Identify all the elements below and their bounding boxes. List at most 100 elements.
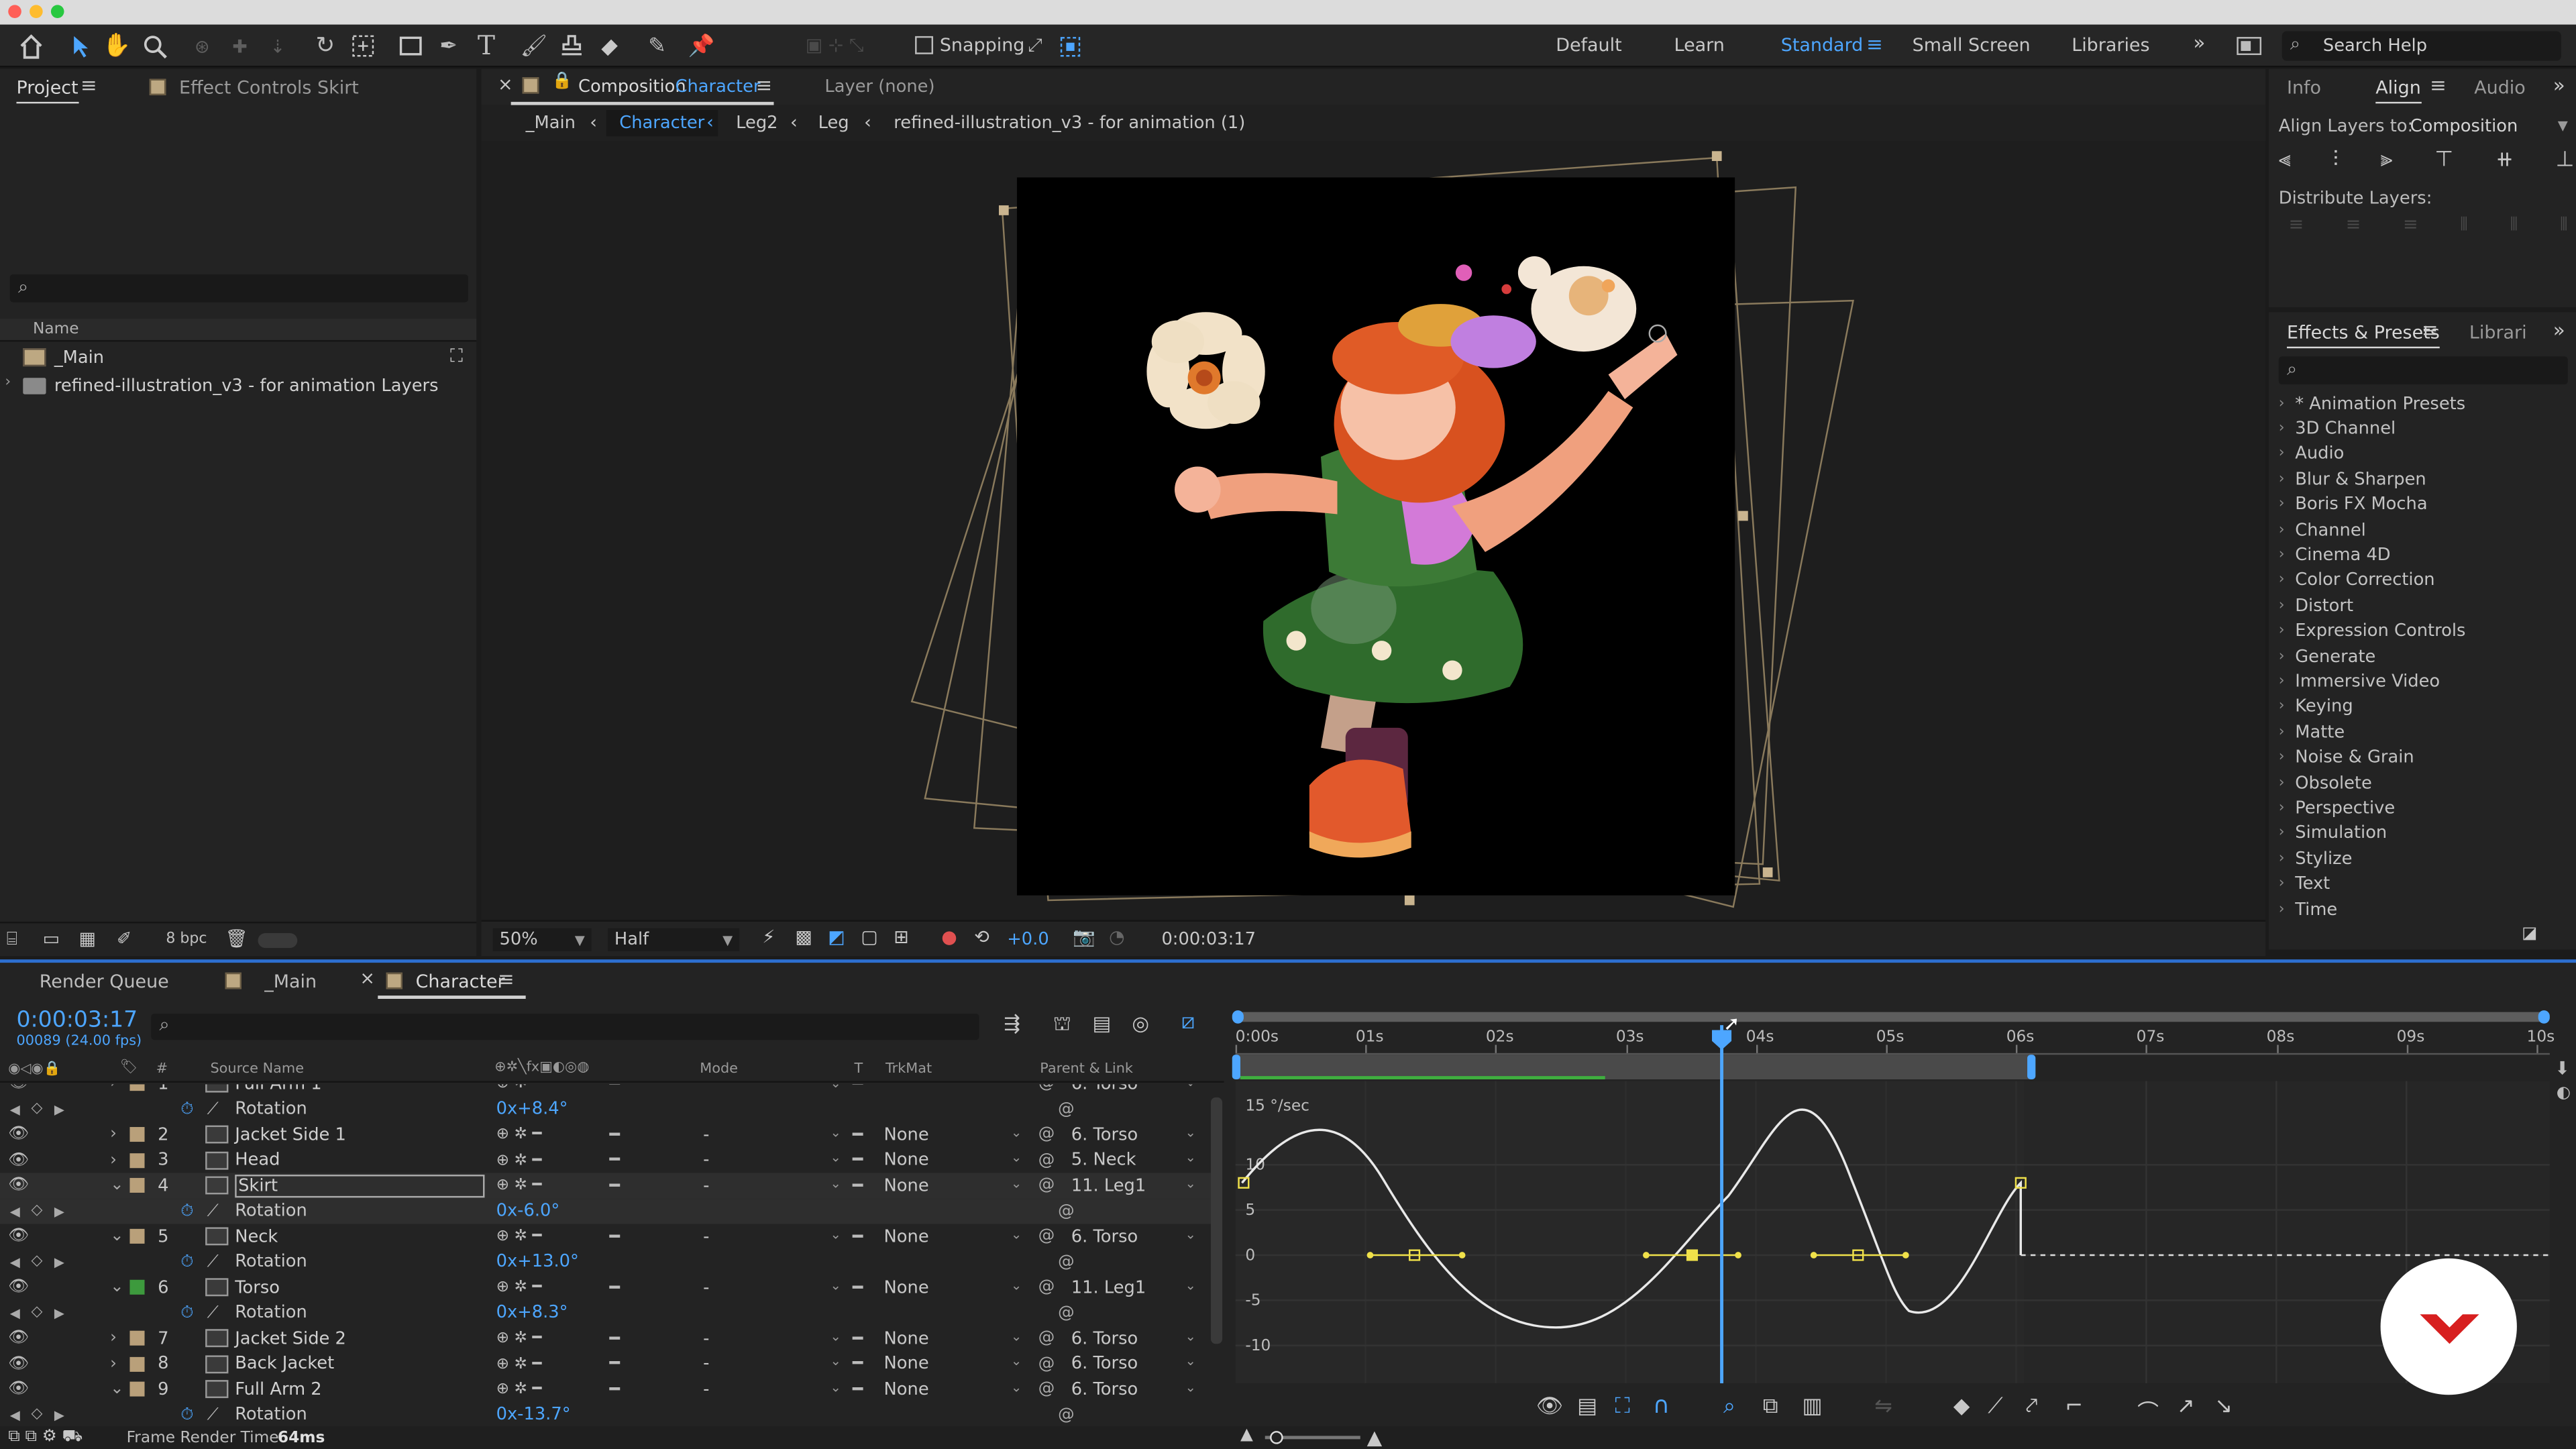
- close-tab-icon[interactable]: ×: [360, 967, 375, 989]
- timeline-search-field[interactable]: ⌕: [151, 1014, 979, 1040]
- align-bottom-icon[interactable]: ⊥: [2556, 148, 2575, 177]
- expand-chevron-icon[interactable]: ›: [2279, 800, 2295, 816]
- layer-name[interactable]: Full Arm 1: [235, 1084, 321, 1093]
- pickwhip-icon[interactable]: @: [1058, 1253, 1074, 1271]
- stopwatch-icon[interactable]: ⏱: [180, 1253, 193, 1271]
- layer-row[interactable]: 👁 › 8 Back Jacket ⊕ ✲ ━ ━ - ⌄ ━ None ⌄ @6. Torso ⌄: [0, 1351, 1222, 1377]
- layer-switches-icon[interactable]: ⊕ ✲ ━: [496, 1381, 542, 1399]
- toggle-switches-icon[interactable]: ⧉ ⧉ ⚙ ⛟: [8, 1428, 83, 1449]
- parent-pickwhip-icon[interactable]: @: [1038, 1330, 1055, 1348]
- brush-tool-icon[interactable]: 🖌: [519, 32, 549, 61]
- timeline-menu-icon[interactable]: ≡: [498, 967, 515, 990]
- effects-category[interactable]: › Simulation: [2279, 821, 2558, 847]
- layer-row[interactable]: 👁 ⌄ 5 Neck ⊕ ✲ ━ ━ - ⌄ ━ None ⌄ @6. Torso ⌄: [0, 1224, 1222, 1250]
- trkmat-dropdown[interactable]: None ⌄: [884, 1380, 1022, 1399]
- stopwatch-icon[interactable]: ⏱: [180, 1304, 193, 1322]
- layer-row[interactable]: 👁 › 7 Jacket Side 2 ⊕ ✲ ━ ━ - ⌄ ━ None ⌄ @6. Torso ⌄: [0, 1326, 1222, 1351]
- parent-dropdown[interactable]: 11. Leg1 ⌄: [1071, 1176, 1196, 1195]
- tab-render-queue[interactable]: Render Queue: [40, 971, 169, 992]
- pickwhip-icon[interactable]: @: [1058, 1202, 1074, 1220]
- distribute-left-icon[interactable]: ⦀: [2460, 213, 2468, 239]
- mode-dropdown[interactable]: - ⌄: [703, 1176, 841, 1195]
- orbit-camera-icon[interactable]: ⊛: [187, 32, 217, 61]
- expand-chevron-icon[interactable]: ›: [2279, 572, 2295, 588]
- expand-chevron-icon[interactable]: ›: [110, 1330, 117, 1348]
- composition-canvas[interactable]: [1016, 177, 1735, 896]
- effects-category[interactable]: › Distort: [2279, 593, 2558, 619]
- add-keyframe-icon[interactable]: ◇: [32, 1203, 43, 1219]
- trkmat-dropdown[interactable]: None ⌄: [884, 1125, 1022, 1144]
- work-area-bar[interactable]: [1232, 1055, 2036, 1079]
- trkmat-dropdown[interactable]: None ⌄: [884, 1176, 1022, 1195]
- align-vertical-center-icon[interactable]: ⧺: [2496, 148, 2514, 177]
- motion-blur-switch[interactable]: ━: [610, 1380, 620, 1399]
- expand-chevron-icon[interactable]: ⌄: [110, 1177, 124, 1195]
- dolly-camera-icon[interactable]: ⇣: [263, 32, 292, 61]
- workspace-standard[interactable]: Standard: [1781, 34, 1864, 56]
- trkmat-dropdown[interactable]: None ⌄: [884, 1150, 1022, 1170]
- property-row[interactable]: ◀ ◇ ▶ ⏱ ⟋ Rotation 0x+8.4° @: [0, 1097, 1222, 1122]
- pen-tool-icon[interactable]: ✒: [434, 32, 464, 61]
- layer-switches-icon[interactable]: ⊕ ✲ ━: [496, 1355, 542, 1373]
- new-folder-icon[interactable]: ▭: [43, 928, 60, 950]
- preserve-transparency-switch[interactable]: ━: [853, 1329, 863, 1348]
- expand-chevron-icon[interactable]: ›: [2279, 699, 2295, 715]
- motion-blur-switch[interactable]: ━: [610, 1150, 620, 1170]
- property-row[interactable]: ◀ ◇ ▶ ⏱ ⟋ Rotation 0x+13.0° @: [0, 1249, 1222, 1275]
- layer-name[interactable]: Jacket Side 1: [235, 1125, 346, 1144]
- grid-guides-icon[interactable]: ⊞: [894, 926, 909, 948]
- visibility-eye-icon[interactable]: 👁: [8, 1228, 29, 1246]
- source-name-header[interactable]: Source Name: [210, 1061, 304, 1077]
- align-to-dropdown[interactable]: Composition ▼: [2410, 113, 2568, 138]
- expand-chevron-icon[interactable]: ›: [2279, 496, 2295, 513]
- layer-name[interactable]: Skirt: [235, 1174, 485, 1197]
- reset-exposure-icon[interactable]: ⟲: [974, 926, 989, 948]
- layer-name[interactable]: Back Jacket: [235, 1354, 334, 1374]
- layer-name[interactable]: Torso: [235, 1278, 280, 1297]
- graph-toggle-icon[interactable]: ⟋: [207, 1406, 219, 1424]
- property-row[interactable]: ◀ ◇ ▶ ⏱ ⟋ Rotation 0x-6.0° @: [0, 1198, 1223, 1224]
- next-keyframe-icon[interactable]: ▶: [54, 1305, 64, 1320]
- layer-row[interactable]: 👁 › 3 Head ⊕ ✲ ━ ━ - ⌄ ━ None ⌄ @5. Neck ⌄: [0, 1148, 1222, 1173]
- layer-switches-icon[interactable]: ⊕ ✲ ━: [496, 1126, 542, 1144]
- pan-camera-icon[interactable]: ✚: [225, 32, 255, 61]
- fit-all-icon[interactable]: ⧉: [1763, 1395, 1778, 1419]
- name-column-header[interactable]: Name: [33, 321, 79, 339]
- property-value[interactable]: 0x+13.0°: [496, 1252, 579, 1272]
- channel-icon[interactable]: ●: [941, 926, 957, 948]
- work-area-start-handle[interactable]: [1232, 1055, 1240, 1079]
- breadcrumb-item[interactable]: Leg2: [736, 113, 777, 133]
- parent-dropdown[interactable]: 6. Torso ⌄: [1071, 1354, 1196, 1374]
- mode-dropdown[interactable]: - ⌄: [703, 1329, 841, 1348]
- comp-viewer[interactable]: [481, 141, 2266, 920]
- effects-category[interactable]: › Boris FX Mocha: [2279, 492, 2558, 518]
- expand-chevron-icon[interactable]: ⌄: [110, 1228, 124, 1246]
- comp-end-marker-icon[interactable]: ⬇: [2555, 1058, 2570, 1079]
- property-value[interactable]: 0x+8.4°: [496, 1099, 568, 1119]
- expand-chevron-icon[interactable]: ›: [2279, 522, 2295, 538]
- workspace-small-screen[interactable]: Small Screen: [1913, 34, 2031, 56]
- trkmat-dropdown[interactable]: None ⌄: [884, 1227, 1022, 1246]
- parent-pickwhip-icon[interactable]: @: [1038, 1126, 1055, 1144]
- convert-linear-icon[interactable]: ⟋: [1988, 1395, 2002, 1419]
- transparency-grid-icon[interactable]: ▩: [795, 926, 812, 948]
- breadcrumb-item-active[interactable]: Character: [606, 110, 718, 137]
- visibility-eye-icon[interactable]: 👁: [8, 1177, 29, 1195]
- visibility-eye-icon[interactable]: 👁: [8, 1279, 29, 1297]
- stopwatch-icon[interactable]: ⏱: [180, 1100, 193, 1118]
- show-snapshot-icon[interactable]: ◔: [1109, 926, 1125, 948]
- graph-options-icon[interactable]: ▤: [1577, 1395, 1597, 1419]
- project-item[interactable]: _Main ⛶: [0, 345, 476, 371]
- property-row[interactable]: ◀ ◇ ▶ ⏱ ⟋ Rotation 0x-13.7° @: [0, 1402, 1222, 1428]
- motion-blur-switch[interactable]: ━: [610, 1084, 620, 1093]
- expand-chevron-icon[interactable]: ›: [2279, 421, 2295, 437]
- expand-chevron-icon[interactable]: ⌄: [110, 1279, 124, 1297]
- distribute-bottom-icon[interactable]: ≡: [2403, 213, 2418, 239]
- workspace-default[interactable]: Default: [1556, 34, 1621, 56]
- stopwatch-icon[interactable]: ⏱: [180, 1406, 193, 1424]
- snap-edges-icon[interactable]: ⤢: [1022, 32, 1048, 61]
- timeline-zoom-slider[interactable]: [1265, 1431, 1360, 1444]
- trkmat-dropdown[interactable]: None ⌄: [884, 1329, 1022, 1348]
- layer-row[interactable]: 👁 › 2 Jacket Side 1 ⊕ ✲ ━ ━ - ⌄ ━ None ⌄ @6. Torso ⌄: [0, 1122, 1222, 1148]
- property-value[interactable]: 0x+8.3°: [496, 1303, 568, 1323]
